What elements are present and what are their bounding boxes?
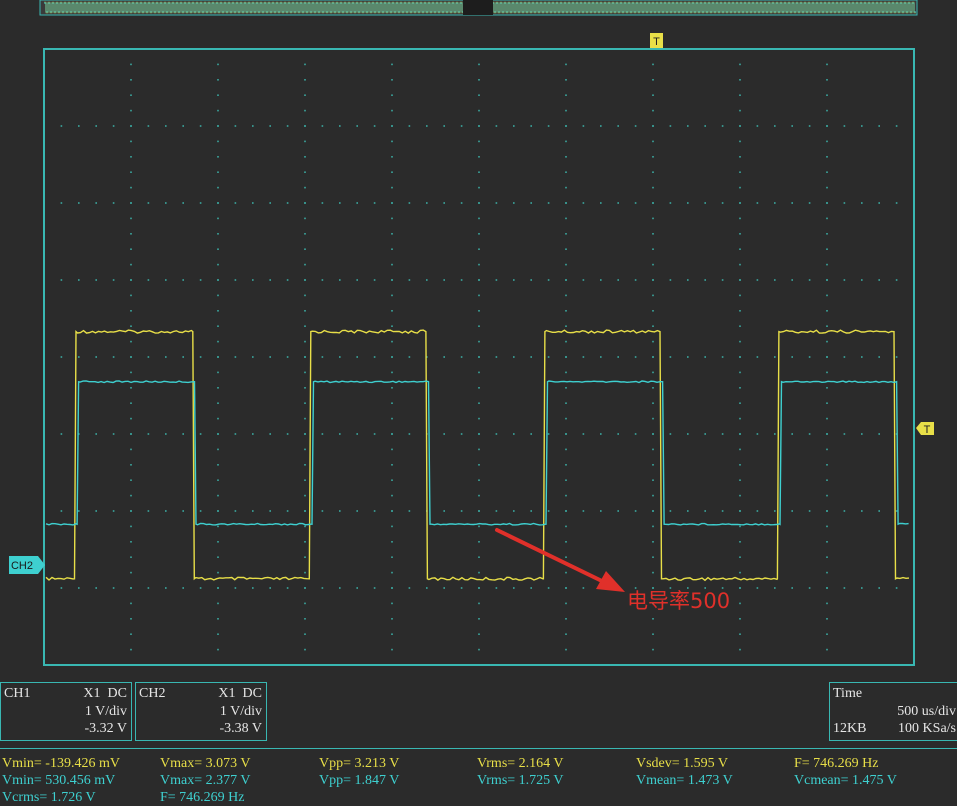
- ch2-info-panel[interactable]: CH2 X1 DC 1 V/div -3.38 V: [135, 682, 267, 741]
- sample-rate: 100 KSa/s: [898, 721, 956, 736]
- annotation-text: 电导率500: [627, 589, 730, 613]
- timebase-scale: 500 us/div: [897, 704, 956, 719]
- ch1-name: CH1: [4, 686, 31, 701]
- trigger-position-label: T: [653, 36, 660, 48]
- waveform-overview-bar[interactable]: [0, 0, 957, 18]
- ch2-vmin: Vmin= 530.456 mV: [2, 773, 116, 788]
- ch1-offset: -3.32 V: [84, 721, 127, 736]
- ch2-offset: -3.38 V: [219, 721, 262, 736]
- measurements-divider: [0, 748, 957, 749]
- ch1-probe-coupling: X1 DC: [83, 686, 127, 701]
- trigger-level-marker[interactable]: T: [916, 422, 934, 436]
- ch1-vpp: Vpp= 3.213 V: [319, 756, 400, 771]
- ch2-vcrms: Vcrms= 1.726 V: [2, 790, 96, 805]
- ch2-reference-label: CH2: [11, 560, 33, 572]
- ch2-frequency: F= 746.269 Hz: [160, 790, 245, 805]
- ch2-probe-coupling: X1 DC: [218, 686, 262, 701]
- ch2-scale: 1 V/div: [219, 704, 262, 719]
- ch2-name: CH2: [139, 686, 166, 701]
- ch1-scale: 1 V/div: [84, 704, 127, 719]
- ch1-frequency: F= 746.269 Hz: [794, 756, 879, 771]
- ch1-vmin: Vmin= -139.426 mV: [2, 756, 120, 771]
- ch1-vsdev: Vsdev= 1.595 V: [636, 756, 729, 771]
- ch2-vrms: Vrms= 1.725 V: [477, 773, 564, 788]
- overview-window-marker[interactable]: [463, 0, 493, 15]
- ch1-vrms: Vrms= 2.164 V: [477, 756, 564, 771]
- ch2-vmean: Vmean= 1.473 V: [636, 773, 733, 788]
- timebase-panel[interactable]: Time 500 us/div 12KB 100 KSa/s: [829, 682, 957, 741]
- timebase-label: Time: [833, 686, 863, 701]
- memory-depth: 12KB: [833, 721, 867, 736]
- ch2-vcmean: Vcmean= 1.475 V: [794, 773, 897, 788]
- trigger-level-label: T: [924, 424, 931, 436]
- ch2-vpp: Vpp= 1.847 V: [319, 773, 400, 788]
- ch2-reference-marker[interactable]: CH2: [9, 556, 45, 574]
- trigger-position-marker[interactable]: T: [650, 33, 663, 48]
- ch2-vmax: Vmax= 2.377 V: [160, 773, 251, 788]
- ch1-vmax: Vmax= 3.073 V: [160, 756, 251, 771]
- scope-display[interactable]: T T CH2 电导率500: [0, 28, 957, 678]
- ch1-info-panel[interactable]: CH1 X1 DC 1 V/div -3.32 V: [0, 682, 132, 741]
